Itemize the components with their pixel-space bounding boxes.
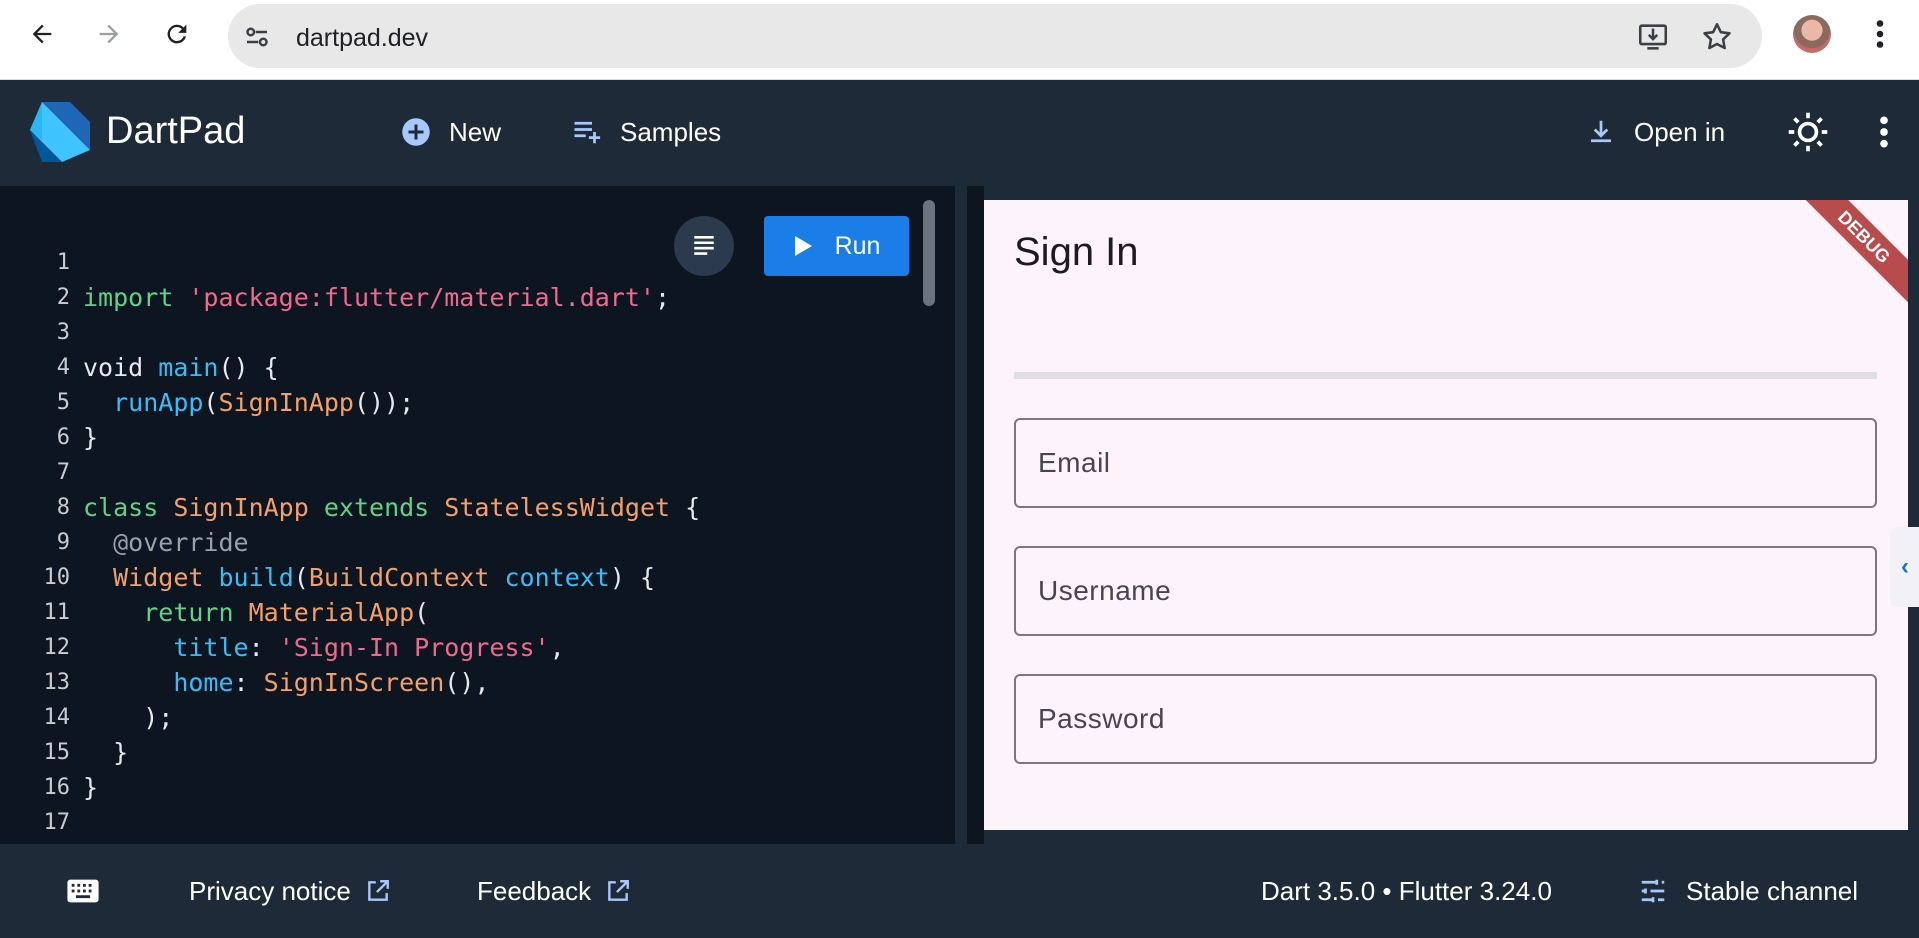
feedback-link[interactable]: Feedback bbox=[477, 874, 631, 908]
version-info: Dart 3.5.0 • Flutter 3.24.0 bbox=[1261, 874, 1552, 908]
collapse-panel-handle[interactable]: ‹ bbox=[1890, 527, 1919, 607]
preview-gutter bbox=[967, 186, 984, 844]
new-button[interactable]: New bbox=[401, 110, 501, 154]
code-line: 11 title: 'Sign-In Progress', bbox=[0, 560, 940, 662]
open-in-label: Open in bbox=[1634, 116, 1726, 147]
address-bar[interactable]: dartpad.dev bbox=[228, 4, 1762, 68]
forward-arrow-icon bbox=[99, 24, 119, 44]
code-line: 14 } bbox=[0, 665, 940, 767]
star-icon[interactable] bbox=[1700, 20, 1734, 54]
back-button[interactable] bbox=[22, 14, 62, 54]
app-menu-icon[interactable] bbox=[1870, 112, 1898, 152]
run-button[interactable]: Run bbox=[764, 216, 909, 276]
open-external-icon bbox=[367, 880, 389, 901]
code-line: 17 class SignInScreen extends StatefulWi… bbox=[0, 770, 940, 844]
tune-icon bbox=[1641, 879, 1665, 903]
install-app-icon[interactable] bbox=[1636, 20, 1670, 54]
username-placeholder: Username bbox=[1038, 575, 1172, 606]
format-button[interactable] bbox=[674, 216, 734, 276]
chevron-left-icon: ‹ bbox=[1901, 553, 1909, 580]
email-placeholder: Email bbox=[1038, 447, 1111, 478]
open-external-icon bbox=[608, 880, 630, 901]
debug-banner: DEBUG bbox=[1789, 200, 1908, 312]
profile-avatar[interactable] bbox=[1793, 15, 1831, 53]
password-placeholder: Password bbox=[1038, 703, 1165, 734]
code-line: 15 } bbox=[0, 700, 940, 802]
password-field[interactable]: Password bbox=[1014, 674, 1877, 764]
run-label: Run bbox=[834, 231, 881, 260]
add-circle-icon bbox=[402, 118, 430, 146]
app-title: DartPad bbox=[106, 110, 246, 152]
play-icon bbox=[794, 236, 812, 256]
code-line: 3 void main() { bbox=[0, 280, 940, 382]
code-line: 16 bbox=[0, 735, 940, 800]
email-field[interactable]: Email bbox=[1014, 418, 1877, 508]
privacy-notice-link[interactable]: Privacy notice bbox=[189, 874, 391, 908]
playlist-add-icon bbox=[574, 121, 601, 144]
channel-label: Stable channel bbox=[1686, 875, 1859, 906]
code-line: 12 home: SignInScreen(), bbox=[0, 595, 940, 697]
samples-label: Samples bbox=[620, 116, 722, 147]
sign-in-progress-bar bbox=[1014, 372, 1877, 379]
app-preview[interactable]: Sign In Email Username Password DEBUG bbox=[984, 200, 1908, 830]
channel-selector[interactable]: Stable channel bbox=[1638, 874, 1858, 908]
back-arrow-icon bbox=[32, 24, 52, 44]
brightness-icon[interactable] bbox=[1786, 110, 1830, 154]
code-line: 4 runApp(SignInApp()); bbox=[0, 315, 940, 417]
code-line: 5 } bbox=[0, 350, 940, 452]
privacy-label: Privacy notice bbox=[189, 875, 351, 906]
status-footer: Privacy notice Feedback Dart 3.5.0 • Flu… bbox=[0, 844, 1919, 938]
split-divider[interactable] bbox=[955, 186, 967, 844]
feedback-label: Feedback bbox=[477, 875, 592, 906]
preview-title: Sign In bbox=[1014, 230, 1139, 274]
code-line: 6 bbox=[0, 385, 940, 450]
keyboard-icon[interactable] bbox=[66, 876, 100, 906]
forward-button[interactable] bbox=[89, 14, 129, 54]
app-bar: DartPad New Samples Open in bbox=[0, 80, 1919, 186]
download-icon bbox=[1591, 120, 1611, 143]
new-label: New bbox=[449, 116, 502, 147]
format-icon bbox=[694, 236, 714, 255]
version-label: Dart 3.5.0 • Flutter 3.24.0 bbox=[1261, 875, 1552, 906]
more-vert-icon[interactable] bbox=[1866, 16, 1894, 52]
code-line: 10 return MaterialApp( bbox=[0, 525, 940, 627]
code-line: 18 @override bbox=[0, 805, 940, 840]
code-line: 9 Widget build(BuildContext context) { bbox=[0, 490, 940, 592]
site-settings-icon bbox=[246, 27, 268, 47]
open-in-button[interactable]: Open in bbox=[1586, 110, 1725, 154]
dart-logo-icon bbox=[30, 102, 90, 162]
code-editor[interactable]: 1 import 'package:flutter/material.dart'… bbox=[0, 186, 955, 844]
username-field[interactable]: Username bbox=[1014, 546, 1877, 636]
reload-icon bbox=[167, 24, 187, 44]
url-text: dartpad.dev bbox=[296, 24, 429, 52]
browser-toolbar: dartpad.dev bbox=[0, 0, 1919, 80]
samples-button[interactable]: Samples bbox=[572, 110, 721, 154]
code-line: 7 class SignInApp extends StatelessWidge… bbox=[0, 420, 940, 522]
editor-scrollbar[interactable] bbox=[923, 200, 935, 306]
code-line: 13 ); bbox=[0, 630, 940, 732]
code-line: 8 @override bbox=[0, 455, 940, 557]
reload-button[interactable] bbox=[157, 14, 197, 54]
